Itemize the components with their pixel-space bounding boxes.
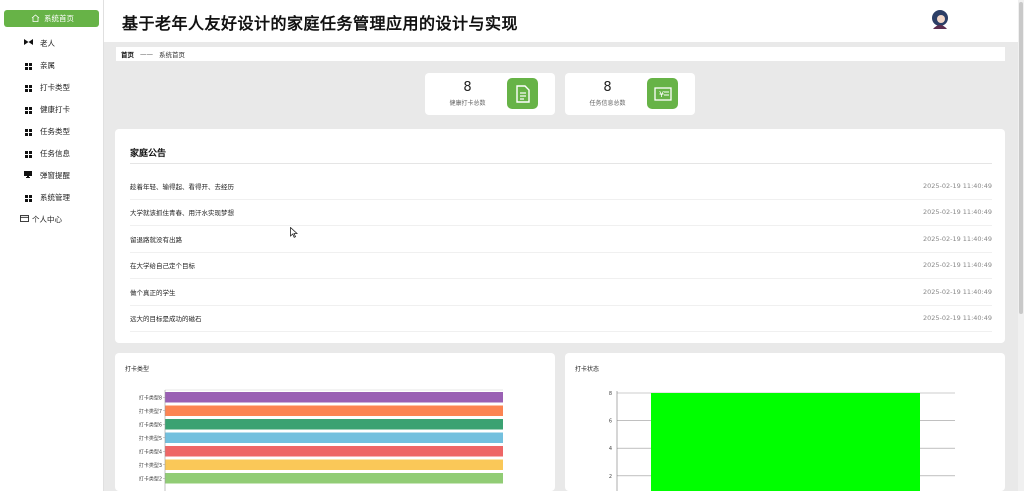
chart-checkin-status: 2 4 6 8 bbox=[609, 391, 955, 491]
notice-text: 在大学给自己定个目标 bbox=[130, 262, 195, 271]
sidebar-item-system-manage[interactable]: 系统管理 bbox=[4, 186, 99, 208]
family-notice-panel: 家庭公告 趁着年轻、输得起、看得开、去经历 2025-02-19 11:40:4… bbox=[115, 129, 1005, 343]
sidebar-item-label: 健康打卡 bbox=[40, 104, 70, 114]
stat-value: 8 bbox=[463, 80, 472, 95]
page-title: 基于老年人友好设计的家庭任务管理应用的设计与实现 bbox=[122, 14, 519, 33]
y-tick-label: 6 bbox=[609, 419, 612, 425]
stat-label: 健康打卡总数 bbox=[449, 100, 486, 107]
sidebar-item-label: 任务类型 bbox=[40, 126, 70, 136]
breadcrumb-current: 系统首页 bbox=[159, 51, 185, 59]
sidebar-item-label: 亲属 bbox=[40, 60, 55, 70]
notice-text: 趁着年轻、输得起、看得开、去经历 bbox=[130, 182, 234, 191]
stat-label: 任务信息总数 bbox=[589, 100, 626, 107]
sidebar-item-health-checkin[interactable]: 健康打卡 bbox=[4, 98, 99, 120]
sidebar-item-label: 系统管理 bbox=[40, 192, 70, 202]
sidebar-item-popup-reminder[interactable]: 弹窗提醒 bbox=[4, 164, 99, 186]
notice-time: 2025-02-19 11:40:49 bbox=[922, 234, 992, 243]
list-item[interactable]: 在大学给自己定个目标 2025-02-19 11:40:49 bbox=[130, 253, 992, 279]
top-header: 基于老年人友好设计的家庭任务管理应用的设计与实现 bbox=[104, 0, 1018, 42]
mouse-cursor-icon bbox=[290, 223, 299, 242]
grid-icon bbox=[22, 126, 34, 136]
grid-icon bbox=[22, 104, 34, 114]
sidebar-item-task-info[interactable]: 任务信息 bbox=[4, 142, 99, 164]
svg-text:¥: ¥ bbox=[659, 90, 664, 99]
chart-bar[interactable] bbox=[165, 432, 503, 444]
list-item[interactable]: 趁着年轻、输得起、看得开、去经历 2025-02-19 11:40:49 bbox=[130, 173, 992, 200]
document-icon bbox=[507, 78, 538, 109]
notice-text: 留退路就没有出路 bbox=[130, 235, 182, 244]
breadcrumb-separator: —— bbox=[140, 50, 153, 58]
stat-card-health-checkin: 8 健康打卡总数 bbox=[425, 73, 555, 115]
chart-bar[interactable] bbox=[165, 405, 503, 417]
y-tick-label: 打卡类型6 bbox=[139, 421, 162, 428]
chart-bar[interactable] bbox=[651, 393, 920, 491]
chart-bar[interactable] bbox=[165, 473, 503, 484]
notice-text: 做个真正的学生 bbox=[130, 288, 176, 297]
sidebar-item-label: 个人中心 bbox=[32, 214, 62, 224]
scrollbar-thumb[interactable] bbox=[1019, 2, 1023, 314]
y-tick-label: 2 bbox=[609, 474, 612, 480]
id-card-icon bbox=[18, 214, 30, 224]
y-tick-label: 打卡类型8 bbox=[139, 394, 162, 401]
page-scrollbar[interactable] bbox=[1018, 0, 1024, 491]
notice-text: 远大的目标是成功的磁石 bbox=[130, 315, 202, 324]
notice-title: 家庭公告 bbox=[130, 149, 167, 159]
sidebar-item-checkin-type[interactable]: 打卡类型 bbox=[4, 76, 99, 98]
stat-value: 8 bbox=[603, 80, 612, 95]
sidebar: 系统首页 老人 亲属 打卡类型 健康打卡 任务类型 任务信息 弹窗提醒 系统管理 bbox=[0, 0, 104, 491]
home-icon bbox=[29, 13, 41, 24]
monitor-icon bbox=[22, 170, 34, 180]
money-bill-icon: ¥ bbox=[647, 78, 678, 109]
list-item[interactable]: 大学就该抓住青春、用汗水实现梦想 2025-02-19 11:40:49 bbox=[130, 200, 992, 226]
notice-text: 大学就该抓住青春、用汗水实现梦想 bbox=[130, 209, 234, 218]
stat-card-task-info: 8 任务信息总数 ¥ bbox=[565, 73, 695, 115]
list-item[interactable]: 远大的目标是成功的磁石 2025-02-19 11:40:49 bbox=[130, 306, 992, 332]
grid-icon bbox=[22, 148, 34, 158]
sidebar-item-label: 系统首页 bbox=[44, 14, 74, 23]
y-tick-label: 打卡类型2 bbox=[139, 475, 162, 482]
chart-bar[interactable] bbox=[165, 392, 503, 403]
y-tick-label: 打卡类型7 bbox=[139, 408, 162, 415]
grid-icon bbox=[22, 82, 34, 92]
sidebar-item-label: 弹窗提醒 bbox=[40, 170, 70, 180]
chart-panel-checkin-status: 打卡状态 2468 bbox=[565, 353, 1005, 491]
notice-time: 2025-02-19 11:40:49 bbox=[922, 314, 992, 323]
sidebar-item-elder[interactable]: 老人 bbox=[4, 32, 99, 54]
notice-time: 2025-02-19 11:40:49 bbox=[922, 208, 992, 217]
sidebar-item-personal-center[interactable]: 个人中心 bbox=[4, 208, 99, 230]
sidebar-item-task-type[interactable]: 任务类型 bbox=[4, 120, 99, 142]
sidebar-item-label: 任务信息 bbox=[40, 148, 70, 158]
breadcrumb-root[interactable]: 首页 bbox=[121, 49, 134, 59]
notice-time: 2025-02-19 11:40:49 bbox=[922, 261, 992, 270]
notice-time: 2025-02-19 11:40:49 bbox=[922, 181, 992, 190]
sidebar-item-home[interactable]: 系统首页 bbox=[4, 10, 99, 27]
chart-bar[interactable] bbox=[165, 446, 503, 457]
notice-list: 趁着年轻、输得起、看得开、去经历 2025-02-19 11:40:49 大学就… bbox=[130, 173, 992, 332]
y-tick-label: 打卡类型5 bbox=[139, 435, 162, 442]
chart-bar[interactable] bbox=[165, 419, 503, 430]
chart-panel-checkin-type: 打卡类型 打卡类型8 打卡类型7 打卡类型6 打卡类型5 打卡类型4 打卡类型3 打卡类型2 bbox=[115, 353, 555, 491]
y-tick-label: 8 bbox=[609, 391, 612, 397]
chart-checkin-type: 打卡类型8 打卡类型7 打卡类型6 打卡类型5 打卡类型4 打卡类型3 打卡类型2 bbox=[139, 389, 503, 491]
sidebar-item-relative[interactable]: 亲属 bbox=[4, 54, 99, 76]
notice-divider bbox=[130, 163, 992, 164]
y-tick-label: 打卡类型3 bbox=[139, 462, 162, 469]
list-item[interactable]: 做个真正的学生 2025-02-19 11:40:49 bbox=[130, 279, 992, 306]
y-tick-label: 打卡类型4 bbox=[139, 448, 162, 455]
notice-time: 2025-02-19 11:40:49 bbox=[922, 287, 992, 296]
chart-bar[interactable] bbox=[165, 459, 503, 471]
breadcrumb: 首页 —— 系统首页 bbox=[116, 47, 1005, 61]
elder-icon bbox=[22, 39, 34, 47]
grid-icon bbox=[22, 60, 34, 70]
sidebar-item-label: 打卡类型 bbox=[40, 82, 70, 92]
y-tick-label: 4 bbox=[609, 446, 612, 452]
sidebar-item-label: 老人 bbox=[40, 38, 55, 48]
grid-icon bbox=[22, 192, 34, 202]
list-item[interactable]: 留退路就没有出路 2025-02-19 11:40:49 bbox=[130, 226, 992, 253]
avatar[interactable] bbox=[931, 9, 949, 31]
